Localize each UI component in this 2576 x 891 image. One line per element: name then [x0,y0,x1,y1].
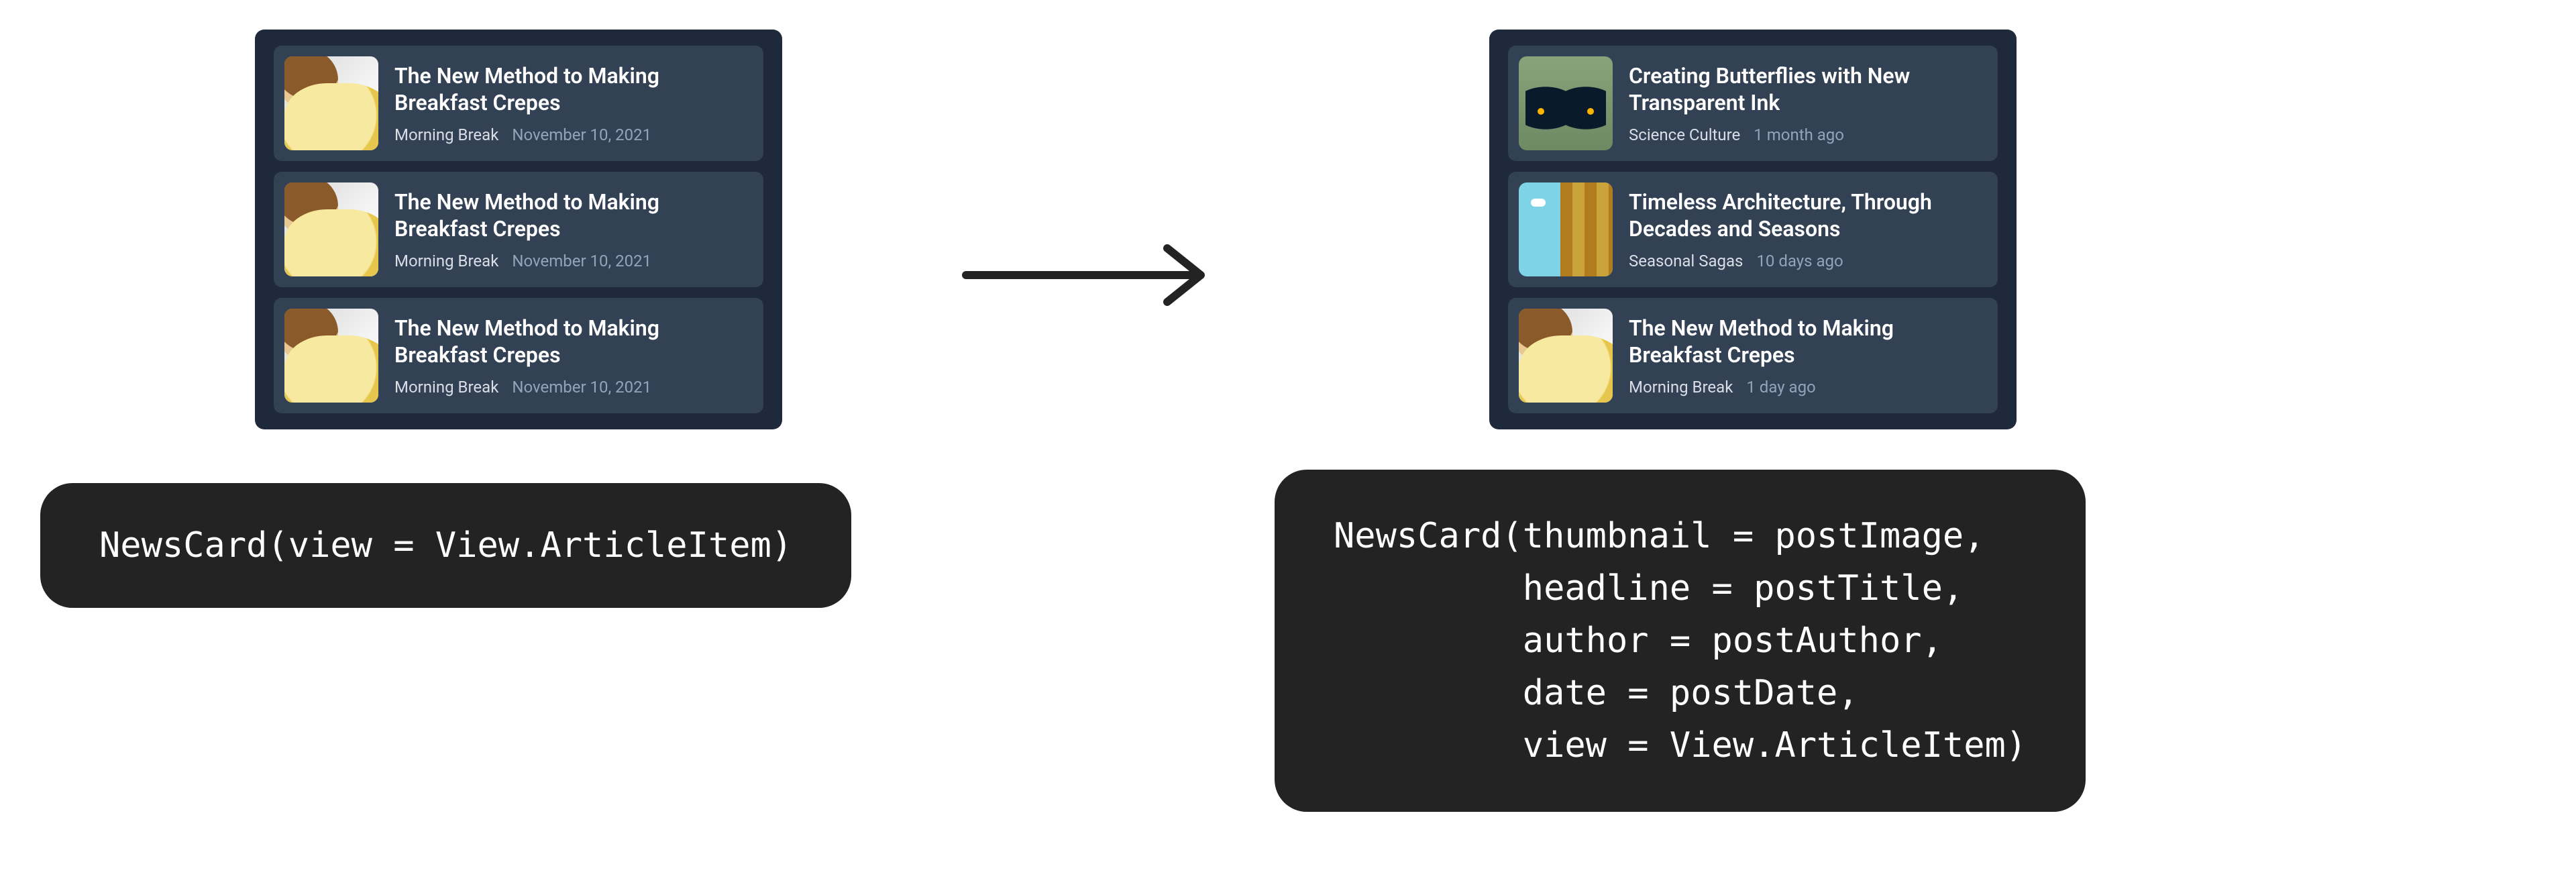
article-meta: Morning Break November 10, 2021 [394,125,753,144]
article-text: Creating Butterflies with New Transparen… [1629,56,1987,150]
left-column: The New Method to Making Breakfast Crepe… [40,30,939,608]
article-author: Morning Break [394,378,498,397]
thumbnail-icon [1519,56,1613,150]
article-author: Morning Break [394,125,498,144]
arrow-icon [959,235,1228,315]
article-date: 1 day ago [1746,378,1815,397]
article-text: The New Method to Making Breakfast Crepe… [1629,309,1987,403]
right-column: Creating Butterflies with New Transparen… [1275,30,2496,812]
right-news-panel: Creating Butterflies with New Transparen… [1489,30,2017,429]
article-author: Morning Break [1629,378,1733,397]
list-item: Timeless Architecture, Through Decades a… [1508,172,1998,287]
article-author: Morning Break [394,252,498,270]
right-code-block: NewsCard(thumbnail = postImage, headline… [1275,470,2086,812]
article-headline: Creating Butterflies with New Transparen… [1629,62,1987,116]
left-news-panel: The New Method to Making Breakfast Crepe… [255,30,782,429]
article-headline: The New Method to Making Breakfast Crepe… [394,62,753,116]
article-headline: The New Method to Making Breakfast Crepe… [1629,315,1987,368]
list-item: Creating Butterflies with New Transparen… [1508,46,1998,161]
article-text: The New Method to Making Breakfast Crepe… [394,182,753,276]
list-item: The New Method to Making Breakfast Crepe… [274,298,763,413]
article-date: November 10, 2021 [512,252,651,270]
article-meta: Science Culture 1 month ago [1629,125,1987,144]
article-author: Science Culture [1629,125,1740,144]
thumbnail-icon [284,182,378,276]
article-text: The New Method to Making Breakfast Crepe… [394,56,753,150]
article-text: The New Method to Making Breakfast Crepe… [394,309,753,403]
article-meta: Morning Break November 10, 2021 [394,252,753,270]
thumbnail-icon [284,309,378,403]
article-author: Seasonal Sagas [1629,252,1743,270]
article-meta: Seasonal Sagas 10 days ago [1629,252,1987,270]
article-headline: The New Method to Making Breakfast Crepe… [394,315,753,368]
article-date: November 10, 2021 [512,378,651,397]
article-headline: Timeless Architecture, Through Decades a… [1629,189,1987,242]
article-date: 1 month ago [1754,125,1844,144]
article-meta: Morning Break November 10, 2021 [394,378,753,397]
list-item: The New Method to Making Breakfast Crepe… [1508,298,1998,413]
article-date: November 10, 2021 [512,125,651,144]
article-meta: Morning Break 1 day ago [1629,378,1987,397]
diagram-canvas: The New Method to Making Breakfast Crepe… [0,0,2576,891]
list-item: The New Method to Making Breakfast Crepe… [274,172,763,287]
article-date: 10 days ago [1756,252,1843,270]
thumbnail-icon [284,56,378,150]
article-headline: The New Method to Making Breakfast Crepe… [394,189,753,242]
left-code-block: NewsCard(view = View.ArticleItem) [40,483,851,608]
thumbnail-icon [1519,309,1613,403]
list-item: The New Method to Making Breakfast Crepe… [274,46,763,161]
article-text: Timeless Architecture, Through Decades a… [1629,182,1987,276]
thumbnail-icon [1519,182,1613,276]
